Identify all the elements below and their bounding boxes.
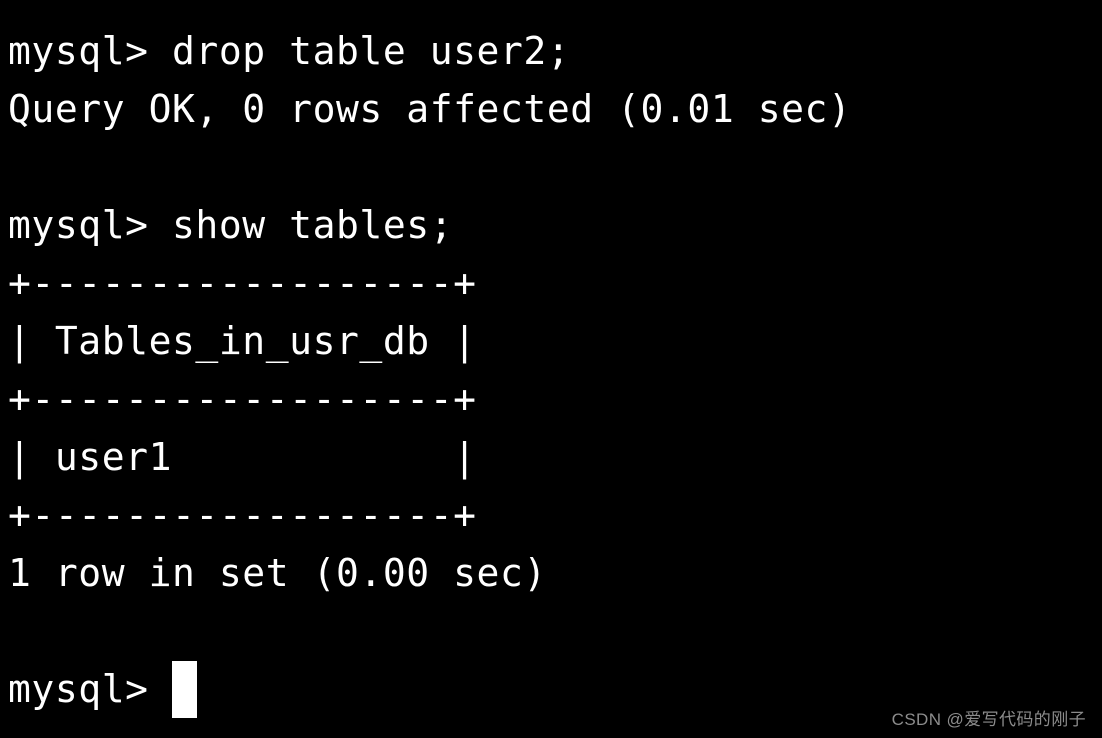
table-separator-top: +------------------+ [8,261,477,305]
prompt-label: mysql> [8,667,172,711]
watermark-label: CSDN @爱写代码的刚子 [891,710,1086,729]
terminal-line: mysql> drop table user2; [8,29,571,73]
text-cursor [172,660,197,718]
row-count-line: 1 row in set (0.00 sec) [8,551,547,595]
terminal-window[interactable]: mysql> drop table user2; Query OK, 0 row… [0,0,1102,738]
table-separator-middle: +------------------+ [8,377,477,421]
terminal-line: Query OK, 0 rows affected (0.01 sec) [8,87,852,131]
table-separator-bottom: +------------------+ [8,493,477,537]
terminal-line: mysql> show tables; [8,203,454,247]
table-header-row: | Tables_in_usr_db | [8,319,477,363]
table-row: | user1 | [8,435,477,479]
